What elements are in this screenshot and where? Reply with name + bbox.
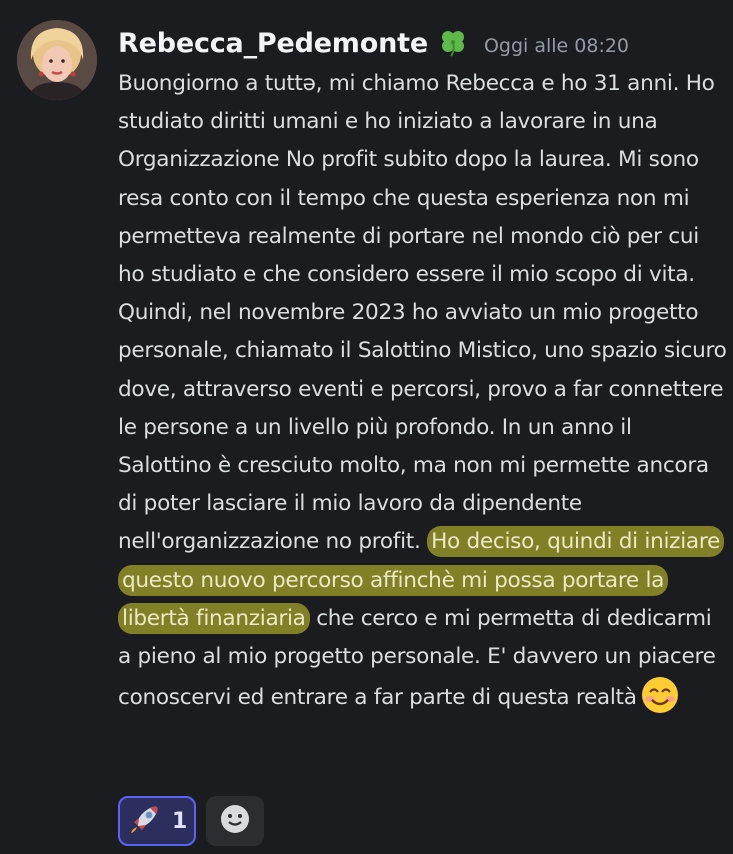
- message-header: Rebecca_Pedemonte Oggi alle 08:20: [118, 22, 728, 62]
- timestamp: Oggi alle 08:20: [483, 35, 630, 57]
- four-leaf-clover-icon: [438, 27, 468, 57]
- reaction-count: 1: [172, 808, 188, 834]
- username[interactable]: Rebecca_Pedemonte: [118, 28, 428, 59]
- smiling-face-with-smiling-eyes-icon: [641, 676, 679, 714]
- chat-message: Rebecca_Pedemonte Oggi alle 08:20 Buongi…: [0, 0, 733, 854]
- add-reaction-icon: [218, 802, 252, 840]
- reaction-rocket[interactable]: 1: [118, 796, 196, 846]
- reactions-bar: 1: [118, 796, 264, 846]
- message-text-before: Buongiorno a tuttə, mi chiamo Rebecca e …: [118, 71, 727, 555]
- add-reaction-button[interactable]: [206, 796, 264, 846]
- rocket-icon: [128, 802, 162, 840]
- message-content: Rebecca_Pedemonte Oggi alle 08:20 Buongi…: [118, 22, 728, 717]
- avatar[interactable]: [17, 20, 97, 100]
- message-body: Buongiorno a tuttə, mi chiamo Rebecca e …: [118, 65, 728, 717]
